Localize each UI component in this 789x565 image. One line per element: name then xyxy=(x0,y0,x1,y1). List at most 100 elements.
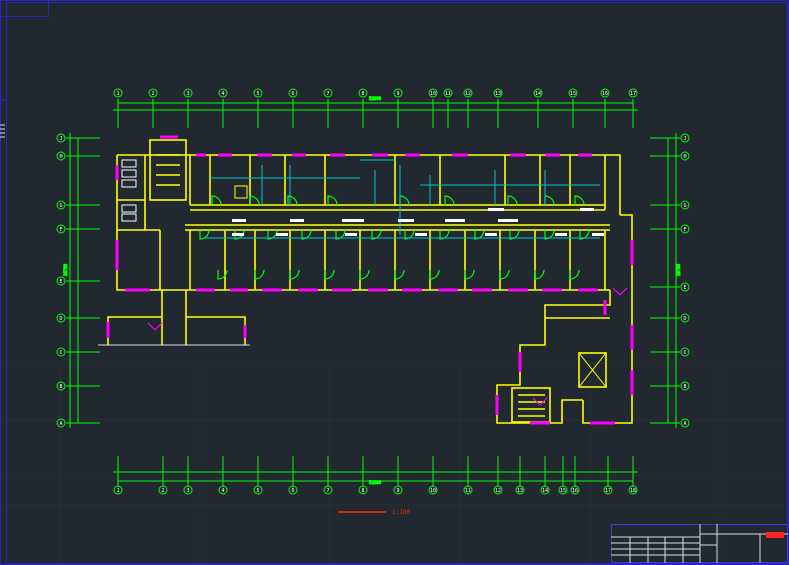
svg-text:F: F xyxy=(59,227,62,233)
axis-top-6: 6 xyxy=(288,88,298,98)
svg-text:3: 3 xyxy=(186,91,189,97)
double-door xyxy=(612,287,628,296)
axis-bottom-15: 15 xyxy=(558,485,568,495)
scale-label: 1:100 xyxy=(392,509,410,516)
floor-plan-drawing: 528005280026700 26700 1 2 3 4 5 6 7 8 9 10 11 12 13 14… xyxy=(0,0,789,565)
svg-text:13: 13 xyxy=(495,91,501,97)
svg-text:14: 14 xyxy=(535,91,541,97)
axis-top-2: 2 xyxy=(148,88,158,98)
svg-text:15: 15 xyxy=(570,91,576,97)
svg-text:1: 1 xyxy=(116,488,119,494)
svg-text:B: B xyxy=(683,384,686,390)
axis-top-8: 8 xyxy=(358,88,368,98)
axis-right-H: H xyxy=(680,151,690,161)
svg-text:15: 15 xyxy=(560,488,566,494)
svg-text:C: C xyxy=(683,350,686,356)
door-swing xyxy=(289,269,300,280)
dim-left-total: 26700 xyxy=(63,263,68,276)
door-swing xyxy=(399,195,410,206)
svg-text:14: 14 xyxy=(542,488,548,494)
axis-left-A: A xyxy=(56,418,66,428)
svg-text:1: 1 xyxy=(116,91,119,97)
svg-text:16: 16 xyxy=(602,91,608,97)
door-swing xyxy=(324,269,335,280)
svg-text:A: A xyxy=(59,421,62,427)
axis-bottom-9: 9 xyxy=(393,485,403,495)
axis-bottom-2: 2 xyxy=(158,485,168,495)
door-swing xyxy=(499,269,510,280)
door-swing xyxy=(249,195,260,206)
door-swing xyxy=(394,269,405,280)
axis-left-G: G xyxy=(56,200,66,210)
axis-bottom-4: 4 xyxy=(218,485,228,495)
axis-top-9: 9 xyxy=(393,88,403,98)
axis-left-E: E xyxy=(56,276,66,286)
door-swing xyxy=(211,195,222,206)
svg-text:13: 13 xyxy=(517,488,523,494)
title-block xyxy=(611,524,788,563)
svg-text:11: 11 xyxy=(445,91,451,97)
axis-right-G: G xyxy=(680,200,690,210)
axis-left-J: J xyxy=(56,133,66,143)
scale-bar: 1:100 xyxy=(338,509,410,516)
svg-text:10: 10 xyxy=(430,488,436,494)
axis-right-E: E xyxy=(680,282,690,292)
svg-text:4: 4 xyxy=(221,488,224,494)
svg-text:J: J xyxy=(683,136,686,142)
svg-text:2: 2 xyxy=(151,91,154,97)
axis-top-7: 7 xyxy=(323,88,333,98)
svg-text:F: F xyxy=(683,227,686,233)
door-swing xyxy=(359,269,370,280)
svg-text:D: D xyxy=(683,316,686,322)
axis-left-C: C xyxy=(56,347,66,357)
axis-right-D: D xyxy=(680,313,690,323)
svg-text:6: 6 xyxy=(291,91,294,97)
door-swing xyxy=(287,195,298,206)
fixtures xyxy=(121,159,248,222)
svg-text:9: 9 xyxy=(396,91,399,97)
svg-text:7: 7 xyxy=(326,91,329,97)
axis-bottom-11: 11 xyxy=(463,485,473,495)
axis-top-1: 1 xyxy=(113,88,123,98)
dim-right-total: 26700 xyxy=(676,263,681,276)
door-swing xyxy=(544,195,555,206)
svg-text:D: D xyxy=(59,316,62,322)
room-tags xyxy=(232,208,604,236)
door-swing xyxy=(569,269,580,280)
svg-text:E: E xyxy=(683,285,686,291)
door-swing xyxy=(534,269,545,280)
svg-text:2: 2 xyxy=(161,488,164,494)
axis-top-14: 14 xyxy=(533,88,543,98)
axis-bottom-18: 18 xyxy=(628,485,638,495)
door-swing xyxy=(327,195,338,206)
axis-right-J: J xyxy=(680,133,690,143)
svg-text:4: 4 xyxy=(221,91,224,97)
axis-right-B: B xyxy=(680,381,690,391)
axis-bottom-7: 7 xyxy=(323,485,333,495)
axis-right-C: C xyxy=(680,347,690,357)
svg-text:9: 9 xyxy=(396,488,399,494)
axis-right-A: A xyxy=(680,418,690,428)
door-swing xyxy=(444,195,455,206)
axis-top-12: 12 xyxy=(463,88,473,98)
axis-top-3: 3 xyxy=(183,88,193,98)
axis-bottom-5: 5 xyxy=(253,485,263,495)
axis-bottom-1: 1 xyxy=(113,485,123,495)
door-swing xyxy=(254,269,265,280)
svg-text:7: 7 xyxy=(326,488,329,494)
axis-left-D: D xyxy=(56,313,66,323)
building-walls xyxy=(98,139,633,424)
door-swing xyxy=(464,269,475,280)
svg-text:H: H xyxy=(59,154,62,160)
svg-text:12: 12 xyxy=(465,91,471,97)
axis-left-H: H xyxy=(56,151,66,161)
axis-top-15: 15 xyxy=(568,88,578,98)
svg-text:3: 3 xyxy=(186,488,189,494)
dim-bottom-total: 52800 xyxy=(369,480,382,485)
axis-bottom-8: 8 xyxy=(358,485,368,495)
svg-text:10: 10 xyxy=(430,91,436,97)
svg-text:E: E xyxy=(59,279,62,285)
axis-bottom-3: 3 xyxy=(183,485,193,495)
svg-text:J: J xyxy=(59,136,62,142)
axis-bottom-17: 17 xyxy=(603,485,613,495)
